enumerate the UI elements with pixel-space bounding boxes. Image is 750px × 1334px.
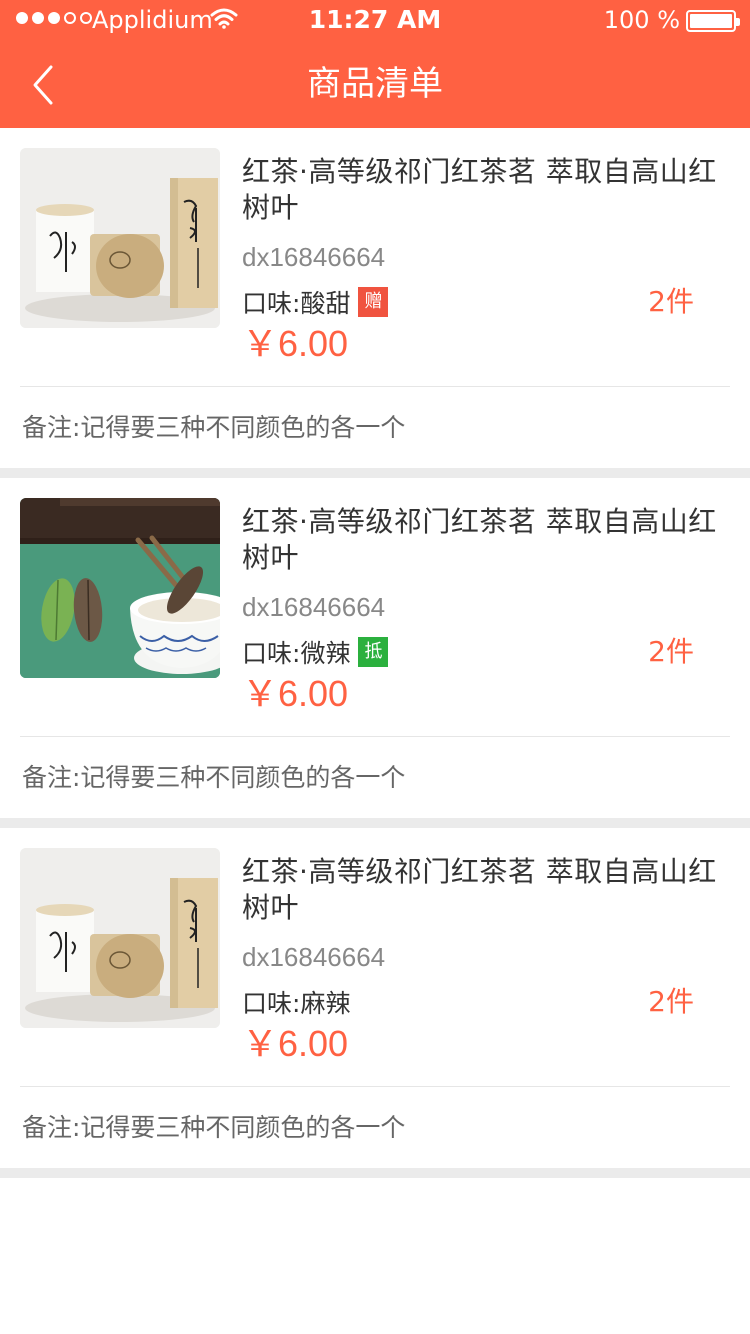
price: ￥6.00 <box>242 673 349 714</box>
flavor-value: 酸甜 <box>300 289 351 318</box>
product-list: 红茶·高等级祁门红茶茗 萃取自高山红树叶 dx16846664 口味: 酸甜 赠… <box>0 128 750 1178</box>
quantity: 2件 <box>648 985 694 1018</box>
flavor-label: 口味: <box>242 639 301 668</box>
flavor-value: 麻辣 <box>300 989 351 1018</box>
product-title: 红茶·高等级祁门红茶茗 萃取自高山红树叶 <box>242 855 717 924</box>
product-item[interactable]: 红茶·高等级祁门红茶茗 萃取自高山红树叶 dx16846664 口味: 麻辣 2… <box>0 828 750 1168</box>
product-item[interactable]: 红茶·高等级祁门红茶茗 萃取自高山红树叶 dx16846664 口味: 微辣 抵… <box>0 478 750 818</box>
product-code: dx16846664 <box>242 242 386 272</box>
tea-cup-image <box>20 498 220 678</box>
section-separator <box>0 1168 750 1178</box>
divider <box>20 1086 730 1087</box>
page-title: 商品清单 <box>307 64 443 104</box>
product-image <box>20 148 220 328</box>
product-info: 红茶·高等级祁门红茶茗 萃取自高山红树叶 dx16846664 口味: 麻辣 2… <box>242 854 720 1066</box>
product-item[interactable]: 红茶·高等级祁门红茶茗 萃取自高山红树叶 dx16846664 口味: 酸甜 赠… <box>0 128 750 468</box>
order-note: 备注:记得要三种不同颜色的各一个 <box>22 413 406 442</box>
divider <box>20 386 730 387</box>
flavor-row: 口味: 麻辣 2件 <box>242 984 720 1020</box>
top-bar: Applidium 11:27 AM 100 % 商品清单 <box>0 0 750 128</box>
tea-canisters-image <box>20 148 220 328</box>
order-note: 备注:记得要三种不同颜色的各一个 <box>22 763 406 792</box>
product-code: dx16846664 <box>242 592 386 622</box>
flavor-label: 口味: <box>242 289 301 318</box>
flavor-label: 口味: <box>242 989 301 1018</box>
status-bar: Applidium 11:27 AM 100 % <box>0 0 750 40</box>
product-title: 红茶·高等级祁门红茶茗 萃取自高山红树叶 <box>242 155 717 224</box>
product-info: 红茶·高等级祁门红茶茗 萃取自高山红树叶 dx16846664 口味: 微辣 抵… <box>242 504 720 716</box>
product-info: 红茶·高等级祁门红茶茗 萃取自高山红树叶 dx16846664 口味: 酸甜 赠… <box>242 154 720 366</box>
quantity: 2件 <box>648 285 694 318</box>
quantity: 2件 <box>648 635 694 668</box>
navigation-bar: 商品清单 <box>0 40 750 128</box>
product-image <box>20 848 220 1028</box>
battery-icon <box>686 10 740 32</box>
product-title: 红茶·高等级祁门红茶茗 萃取自高山红树叶 <box>242 505 717 574</box>
price: ￥6.00 <box>242 323 349 364</box>
gift-tag: 赠 <box>358 287 389 317</box>
order-note: 备注:记得要三种不同颜色的各一个 <box>22 1113 406 1142</box>
divider <box>20 736 730 737</box>
product-code: dx16846664 <box>242 942 386 972</box>
credit-tag: 抵 <box>358 637 389 667</box>
flavor-value: 微辣 <box>300 639 351 668</box>
tea-canisters-image <box>20 848 220 1028</box>
section-separator <box>0 468 750 478</box>
battery-percentage: 100 % <box>603 6 680 34</box>
battery-level <box>690 14 732 28</box>
flavor-row: 口味: 微辣 抵 2件 <box>242 634 720 670</box>
product-image <box>20 498 220 678</box>
price: ￥6.00 <box>242 1023 349 1064</box>
flavor-row: 口味: 酸甜 赠 2件 <box>242 284 720 320</box>
section-separator <box>0 818 750 828</box>
